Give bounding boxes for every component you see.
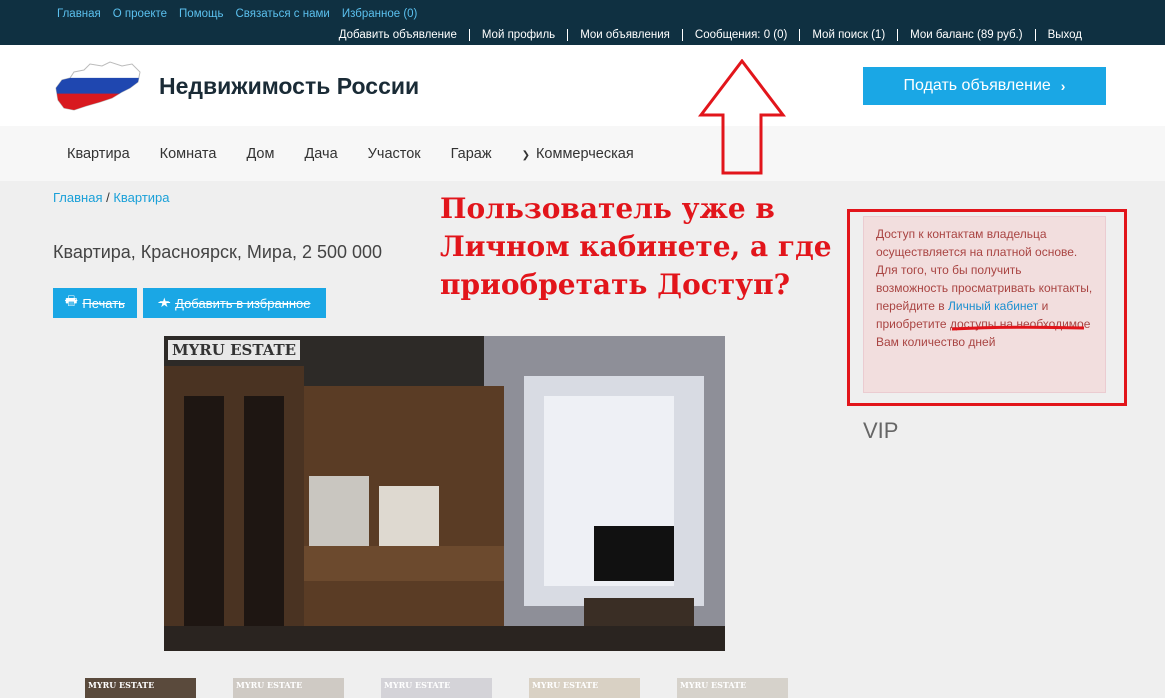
- breadcrumb-home[interactable]: Главная: [53, 190, 102, 205]
- nav-item-commercial[interactable]: ❯ Коммерческая: [507, 146, 649, 162]
- personal-cabinet-link[interactable]: Личный кабинет: [948, 299, 1038, 313]
- thumbnail-watermark: MYRU ESTATE: [236, 680, 303, 690]
- nav-item-room[interactable]: Комната: [145, 146, 232, 162]
- thumbnail-watermark: MYRU ESTATE: [532, 680, 599, 690]
- user-menu-logout[interactable]: Выход: [1034, 29, 1094, 41]
- category-nav: Квартира Комната Дом Дача Участок Гараж …: [0, 126, 1165, 181]
- print-button[interactable]: 🖶 Печать: [53, 288, 137, 318]
- site-title[interactable]: Недвижимость России: [159, 73, 419, 100]
- user-menu-balance[interactable]: Мои баланс (89 руб.): [897, 29, 1034, 41]
- top-links: Главная О проекте Помощь Связаться с нам…: [57, 8, 417, 20]
- user-menu: Добавить объявление Мой профиль Мои объя…: [327, 29, 1094, 41]
- thumbnail[interactable]: MYRU ESTATE: [677, 678, 788, 698]
- chevron-right-icon: ›: [1060, 78, 1066, 94]
- russia-map-flag-logo[interactable]: [52, 58, 144, 114]
- nav-item-house[interactable]: Дом: [231, 146, 289, 162]
- top-link-home[interactable]: Главная: [57, 8, 101, 20]
- user-menu-profile[interactable]: Мой профиль: [468, 29, 567, 41]
- user-menu-my-search[interactable]: Мой поиск (1): [799, 29, 897, 41]
- user-menu-messages[interactable]: Сообщения: 0 (0): [681, 29, 799, 41]
- top-link-help[interactable]: Помощь: [179, 8, 223, 20]
- annotation-arrow-up-icon: [697, 59, 787, 175]
- thumbnail[interactable]: MYRU ESTATE: [233, 678, 344, 698]
- nav-item-commercial-label: Коммерческая: [535, 145, 634, 162]
- printer-icon: 🖶: [65, 293, 78, 308]
- star-icon: ★: [158, 295, 171, 310]
- thumbnail-strip: MYRU ESTATE MYRU ESTATE MYRU ESTATE MYRU…: [85, 678, 788, 698]
- thumbnail[interactable]: MYRU ESTATE: [85, 678, 196, 698]
- thumbnail-watermark: MYRU ESTATE: [384, 680, 451, 690]
- breadcrumb-separator: /: [102, 190, 114, 205]
- chevron-down-icon: ❯: [521, 149, 530, 161]
- post-listing-button[interactable]: Подать объявление ›: [863, 67, 1106, 105]
- contact-access-alert: Доступ к контактам владельца осуществляе…: [863, 216, 1106, 393]
- nav-item-dacha[interactable]: Дача: [289, 146, 352, 162]
- add-to-favorites-label: Добавить в избранное: [175, 295, 311, 311]
- breadcrumb-current[interactable]: Квартира: [113, 190, 169, 205]
- photo-watermark: MYRU ESTATE: [168, 340, 301, 360]
- top-bar: Главная О проекте Помощь Связаться с нам…: [0, 0, 1165, 45]
- photo-watermark-text: MYRU ESTATE: [172, 341, 297, 359]
- thumbnail[interactable]: MYRU ESTATE: [529, 678, 640, 698]
- annotation-text: Пользователь уже в Личном кабинете, а гд…: [440, 192, 832, 301]
- breadcrumb: Главная / Квартира: [53, 190, 170, 205]
- user-menu-my-listings[interactable]: Мои объявления: [567, 29, 682, 41]
- thumbnail-watermark: MYRU ESTATE: [88, 680, 155, 690]
- vip-section-title: VIP: [863, 418, 899, 443]
- thumbnail[interactable]: MYRU ESTATE: [381, 678, 492, 698]
- top-link-contact[interactable]: Связаться с нами: [235, 8, 329, 20]
- add-to-favorites-button[interactable]: ★ Добавить в избранное: [143, 288, 326, 318]
- nav-item-apartment[interactable]: Квартира: [52, 146, 145, 162]
- annotation-underline: [951, 325, 1085, 331]
- print-button-label: Печать: [82, 295, 125, 311]
- thumbnail-watermark: MYRU ESTATE: [680, 680, 747, 690]
- user-menu-add-listing[interactable]: Добавить объявление: [327, 29, 469, 41]
- top-link-about[interactable]: О проекте: [113, 8, 167, 20]
- nav-item-plot[interactable]: Участок: [353, 146, 436, 162]
- top-link-favorites[interactable]: Избранное (0): [342, 8, 418, 20]
- site-header: Недвижимость России Подать объявление ›: [0, 45, 1165, 126]
- listing-title: Квартира, Красноярск, Мира, 2 500 000: [53, 242, 383, 262]
- post-listing-label: Подать объявление: [903, 77, 1051, 94]
- listing-photo[interactable]: MYRU ESTATE: [164, 336, 725, 651]
- apartment-room-image: [164, 336, 725, 651]
- nav-item-garage[interactable]: Гараж: [436, 146, 507, 162]
